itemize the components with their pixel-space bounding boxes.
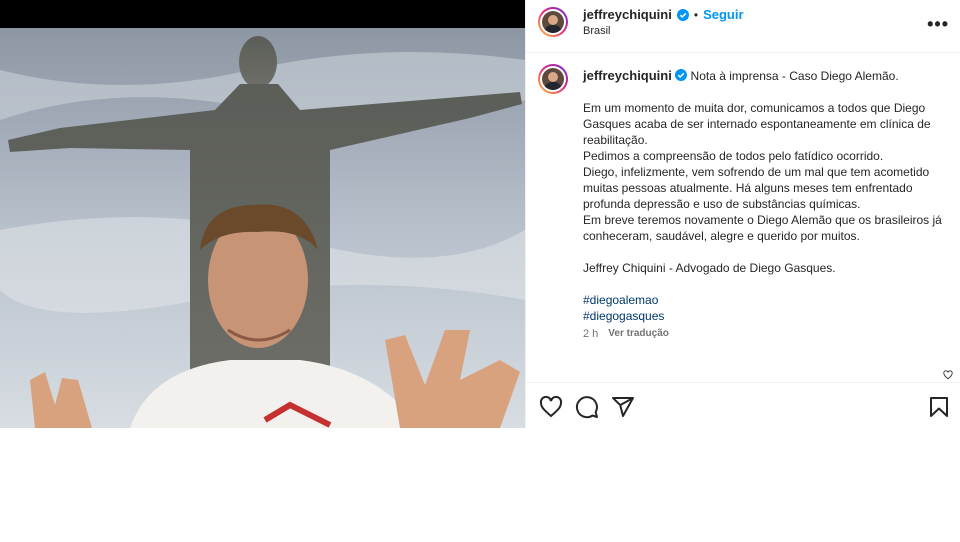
hashtag-link[interactable]: #diegoalemao <box>583 292 943 308</box>
caption-paragraph: Em um momento de muita dor, comunicamos … <box>583 101 931 147</box>
caption-paragraph: Em breve teremos novamente o Diego Alemã… <box>583 213 942 243</box>
caption-paragraph: Diego, infelizmente, vem sofrendo de um … <box>583 165 930 211</box>
post-header: jeffreychiquini • Seguir Brasil ••• <box>526 0 960 53</box>
heart-icon[interactable] <box>539 395 563 419</box>
verified-badge-icon <box>675 69 688 81</box>
caption-username[interactable]: jeffreychiquini <box>583 68 672 83</box>
like-caption-icon[interactable] <box>943 370 953 380</box>
post-photo[interactable] <box>0 0 525 428</box>
hashtag-link[interactable]: #diegogasques <box>583 308 943 324</box>
header-user: jeffreychiquini • Seguir <box>583 7 744 22</box>
bookmark-icon[interactable] <box>927 395 951 419</box>
share-icon[interactable] <box>611 395 635 419</box>
caption-paragraph: Pedimos a compreensão de todos pelo fatí… <box>583 149 884 163</box>
comment-icon[interactable] <box>575 395 599 419</box>
avatar[interactable] <box>538 7 568 37</box>
username-link[interactable]: jeffreychiquini <box>583 7 672 22</box>
separator-dot: • <box>693 7 699 22</box>
caption: jeffreychiquini Nota à imprensa - Caso D… <box>583 68 943 324</box>
caption-signature: Jeffrey Chiquini - Advogado de Diego Gas… <box>583 261 836 275</box>
post-time[interactable]: 2 h <box>583 328 598 340</box>
location-link[interactable]: Brasil <box>583 25 611 37</box>
caption-meta: 2 h Ver tradução <box>583 328 669 340</box>
translate-link[interactable]: Ver tradução <box>608 328 669 340</box>
verified-badge-icon <box>676 8 689 21</box>
post-image <box>0 0 525 428</box>
action-bar <box>526 382 960 429</box>
caption-headline: Nota à imprensa - Caso Diego Alemão. <box>690 69 899 83</box>
post-panel: jeffreychiquini • Seguir Brasil ••• jeff… <box>525 0 960 428</box>
follow-button[interactable]: Seguir <box>703 7 743 22</box>
caption-avatar[interactable] <box>538 64 568 94</box>
more-options-icon[interactable]: ••• <box>927 14 949 35</box>
